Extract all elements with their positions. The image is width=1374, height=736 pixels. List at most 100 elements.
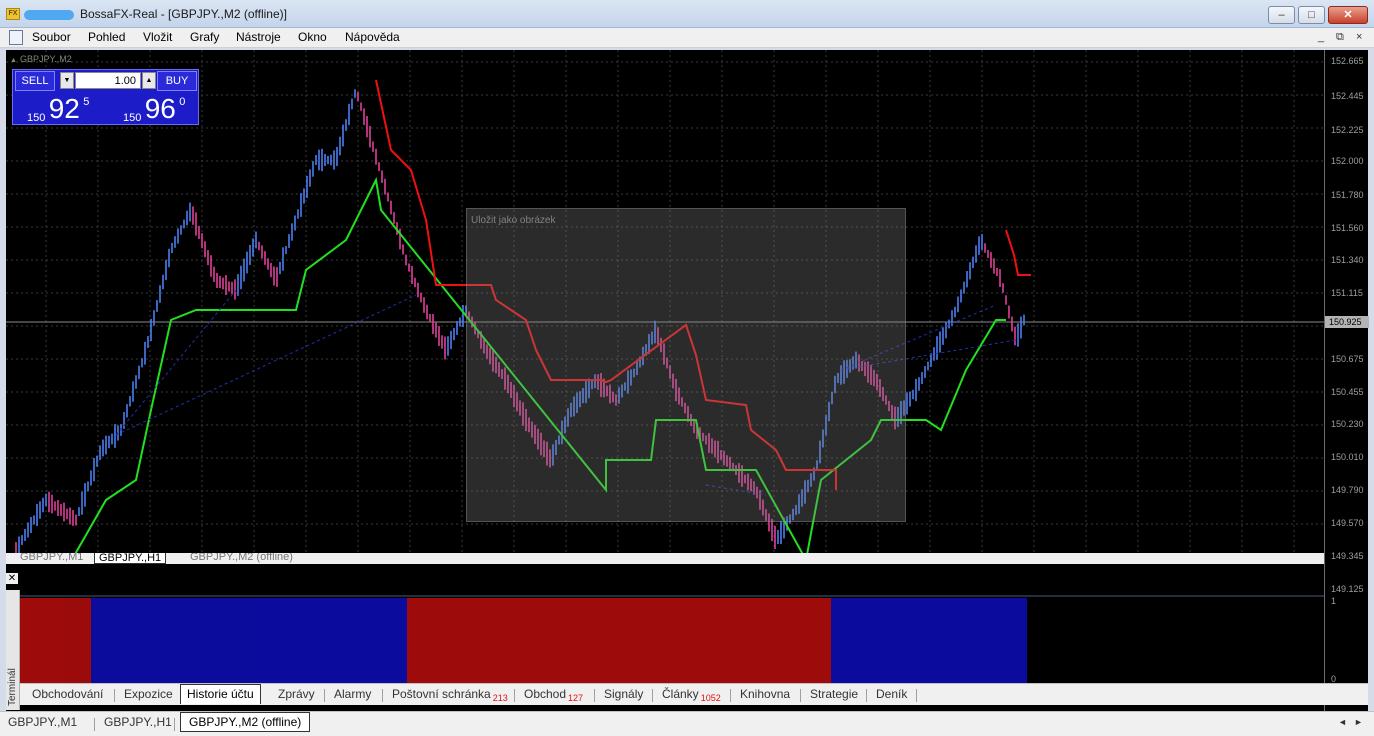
price-level: 151.340 <box>1331 255 1364 265</box>
price-level: 150.230 <box>1331 419 1364 429</box>
price-axis[interactable]: 152.665 152.445 152.225 152.000 151.780 … <box>1324 50 1369 711</box>
tab-alarmy[interactable]: Alarmy <box>334 687 371 701</box>
inner-chart-tabs: GBPJPY.,M1 GBPJPY.,H1 GBPJPY.,M2 (offlin… <box>6 553 1324 564</box>
price-chart[interactable]: GBPJPY.,M2 Uložit jako obrázek SELL ▼ ▲ … <box>6 50 1368 581</box>
tab-expozice[interactable]: Expozice <box>124 687 173 701</box>
chart-window[interactable]: GBPJPY.,M2 Uložit jako obrázek SELL ▼ ▲ … <box>6 50 1369 711</box>
tab-label: Obchod <box>524 687 567 701</box>
mdi-close-button[interactable]: × <box>1356 31 1362 43</box>
menu-nastroje[interactable]: Nástroje <box>236 30 281 44</box>
price-level: 150.010 <box>1331 452 1364 462</box>
sell-price[interactable]: 150 92 5 <box>27 93 89 125</box>
price-level: 149.125 <box>1331 584 1364 594</box>
chart-window-tabs: GBPJPY.,M1 GBPJPY.,H1 GBPJPY.,M2 (offlin… <box>0 711 1374 736</box>
buy-price[interactable]: 150 96 0 <box>123 93 186 125</box>
bear-histogram <box>407 598 831 683</box>
window-title: BossaFX-Real - [GBPJPY.,M2 (offline)] <box>80 7 287 21</box>
minimize-button[interactable]: – <box>1268 6 1295 24</box>
lot-decrease-icon[interactable]: ▼ <box>60 72 74 89</box>
scroll-left-icon[interactable]: ◄ <box>1338 717 1347 727</box>
tab-label: Alarmy <box>334 687 372 701</box>
bear-histogram <box>19 598 91 683</box>
menu-soubor[interactable]: Soubor <box>32 30 71 44</box>
mdi-restore-button[interactable]: ⧉ <box>1336 31 1344 44</box>
menu-grafy[interactable]: Grafy <box>190 30 219 44</box>
sell-price-prefix: 150 <box>27 112 46 124</box>
tab-label: Historie účtu <box>187 687 254 701</box>
account-number-redacted <box>24 10 74 20</box>
tab-clanky[interactable]: Články 1052 <box>662 687 721 703</box>
app-icon: FX <box>6 8 20 20</box>
sell-price-pips: 92 <box>48 93 80 124</box>
indicator-canvas[interactable] <box>6 578 1324 683</box>
tab-signaly[interactable]: Signály <box>604 687 643 701</box>
tab-count: 127 <box>568 693 584 703</box>
trailing-stop-down-line <box>1005 229 1031 276</box>
buy-price-pips: 96 <box>144 93 176 124</box>
buy-price-prefix: 150 <box>123 112 142 124</box>
tab-separator <box>594 689 595 702</box>
price-level: 152.225 <box>1331 125 1364 135</box>
price-level: 150.675 <box>1331 354 1364 364</box>
tab-separator <box>730 689 731 702</box>
lot-size-input[interactable] <box>75 72 141 89</box>
document-icon[interactable] <box>9 30 23 45</box>
price-level: 149.790 <box>1331 485 1364 495</box>
tab-separator <box>94 718 95 731</box>
price-level: 152.665 <box>1331 56 1364 66</box>
save-as-image-dialog-ghost: Uložit jako obrázek <box>466 208 906 522</box>
tab-obchod[interactable]: Obchod 127 <box>524 687 584 703</box>
close-icon[interactable]: ✕ <box>6 573 18 584</box>
tab-separator <box>866 689 867 702</box>
dialog-ghost-title: Uložit jako obrázek <box>471 215 556 226</box>
sell-button[interactable]: SELL <box>15 71 55 91</box>
tab-label: Poštovní schránka <box>392 687 491 701</box>
tab-count: 1052 <box>700 693 721 703</box>
tab-label: Knihovna <box>740 687 791 701</box>
tab-denik[interactable]: Deník <box>876 687 907 701</box>
tab-count: 213 <box>492 693 508 703</box>
menu-vlozit[interactable]: Vložit <box>143 30 172 44</box>
menu-bar: Soubor Pohled Vložit Grafy Nástroje Okno… <box>0 28 1374 48</box>
inner-tab-m1[interactable]: GBPJPY.,M1 <box>20 553 83 563</box>
tab-knihovna[interactable]: Knihovna <box>740 687 790 701</box>
price-level: 149.345 <box>1331 551 1364 561</box>
price-level: 152.000 <box>1331 156 1364 166</box>
title-bar: FX BossaFX-Real - [GBPJPY.,M2 (offline)]… <box>0 0 1374 28</box>
inner-tab-m2[interactable]: GBPJPY.,M2 (offline) <box>190 553 293 563</box>
tab-obchodovani[interactable]: Obchodování <box>32 687 103 701</box>
tab-postovni-schranka[interactable]: Poštovní schránka 213 <box>392 687 508 703</box>
window-tab-h1[interactable]: GBPJPY.,H1 <box>104 715 172 729</box>
buy-price-fraction: 0 <box>179 96 186 108</box>
chart-symbol-label: GBPJPY.,M2 <box>10 54 72 64</box>
tab-historie-uctu[interactable]: Historie účtu <box>180 684 261 704</box>
bull-histogram <box>831 598 1027 683</box>
menu-napoveda[interactable]: Nápověda <box>345 30 400 44</box>
close-button[interactable]: ✕ <box>1328 6 1368 24</box>
tab-separator <box>114 689 115 702</box>
one-click-trading-panel: SELL ▼ ▲ BUY 150 92 5 150 96 0 <box>12 69 199 125</box>
price-level: 151.115 <box>1331 288 1363 298</box>
indicator-subwindow[interactable] <box>6 578 1324 683</box>
inner-tab-h1[interactable]: GBPJPY.,H1 <box>94 553 167 564</box>
mdi-minimize-button[interactable]: _ <box>1318 31 1324 43</box>
window-tab-m1[interactable]: GBPJPY.,M1 <box>8 715 77 729</box>
tab-label: Signály <box>604 687 644 701</box>
tab-label: Deník <box>876 687 908 701</box>
tab-separator <box>652 689 653 702</box>
tab-strategie[interactable]: Strategie <box>810 687 858 701</box>
lot-increase-icon[interactable]: ▲ <box>142 72 156 89</box>
tab-zpravy[interactable]: Zprávy <box>278 687 315 701</box>
menu-pohled[interactable]: Pohled <box>88 30 125 44</box>
maximize-button[interactable]: □ <box>1298 6 1325 24</box>
buy-button[interactable]: BUY <box>157 71 197 91</box>
scroll-right-icon[interactable]: ► <box>1354 717 1363 727</box>
price-level: 152.445 <box>1331 91 1364 101</box>
menu-okno[interactable]: Okno <box>298 30 327 44</box>
tab-label: Expozice <box>124 687 173 701</box>
price-level: 151.780 <box>1331 190 1364 200</box>
bull-histogram <box>91 598 407 683</box>
tab-separator <box>514 689 515 702</box>
window-tab-m2-offline[interactable]: GBPJPY.,M2 (offline) <box>180 712 311 732</box>
tab-label: Obchodování <box>32 687 104 701</box>
